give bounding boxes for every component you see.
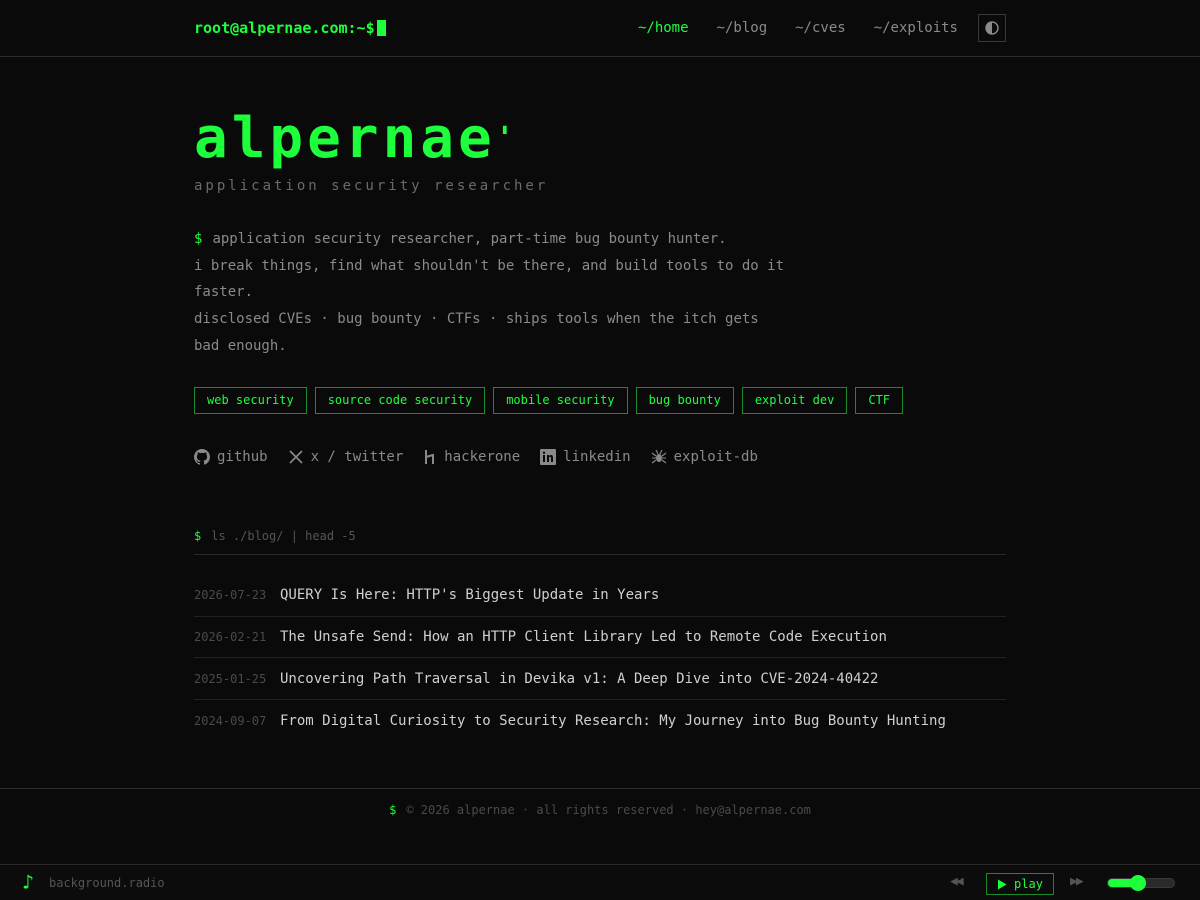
- bio-line-1: $ application security researcher, part-t…: [194, 226, 784, 253]
- cursor-block: [376, 20, 386, 36]
- social-label: linkedin: [563, 449, 631, 465]
- site-logo[interactable]: root@alpernae.com:~$: [194, 19, 386, 37]
- hero-title: alpernae': [194, 108, 518, 170]
- blog-post-item[interactable]: 2024-09-07 From Digital Curiosity to Sec…: [194, 700, 1006, 742]
- top-bar: root@alpernae.com:~$ ~/home ~/blog ~/cve…: [0, 0, 1200, 57]
- nav-cves[interactable]: ~/cves: [795, 20, 846, 36]
- volume-slider[interactable]: [1107, 875, 1175, 891]
- title-mark: ': [495, 121, 518, 156]
- bio-text-1: application security researcher, part-ti…: [212, 231, 727, 247]
- social-links: github x / twitter hackerone linkedin ex…: [194, 449, 778, 465]
- blog-post-item[interactable]: 2026-07-23 QUERY Is Here: HTTP's Biggest…: [194, 575, 1006, 617]
- post-title[interactable]: The Unsafe Send: How an HTTP Client Libr…: [280, 629, 887, 645]
- social-linkedin[interactable]: linkedin: [540, 449, 631, 465]
- github-icon: [194, 449, 210, 465]
- tag-ctf[interactable]: CTF: [855, 387, 903, 414]
- tag-web-security[interactable]: web security: [194, 387, 307, 414]
- exploit-db-icon: [651, 449, 666, 464]
- blog-command-line: $ ls ./blog/ | head -5: [194, 529, 1006, 555]
- theme-toggle-button[interactable]: [978, 14, 1006, 42]
- blog-post-list: 2026-07-23 QUERY Is Here: HTTP's Biggest…: [194, 575, 1006, 742]
- bio-prompt: $: [194, 231, 203, 247]
- main-nav: ~/home ~/blog ~/cves ~/exploits: [610, 14, 1006, 42]
- radio-label: background.radio: [49, 876, 165, 890]
- bio-line-2: i break things, find what shouldn't be t…: [194, 257, 785, 301]
- blog-command: ls ./blog/ | head -5: [211, 529, 356, 543]
- social-label: exploit-db: [673, 449, 758, 465]
- tag-source-code-security[interactable]: source code security: [314, 387, 486, 414]
- post-date: 2024-09-07: [194, 713, 267, 728]
- social-github[interactable]: github: [194, 449, 268, 465]
- half-circle-contrast-icon: [985, 21, 999, 35]
- post-date: 2025-01-25: [194, 671, 267, 686]
- post-title[interactable]: From Digital Curiosity to Security Resea…: [280, 713, 946, 729]
- footer: $ © 2026 alpernae · all rights reserved ·…: [0, 788, 1200, 831]
- blog-post-item[interactable]: 2026-02-21 The Unsafe Send: How an HTTP …: [194, 617, 1006, 659]
- play-label: play: [1014, 877, 1043, 891]
- bio-line-3: disclosed CVEs · bug bounty · CTFs · shi…: [194, 311, 759, 354]
- tag-list: web security source code security mobile…: [194, 387, 911, 414]
- blog-prompt: $: [194, 529, 202, 543]
- hackerone-icon: [425, 450, 435, 464]
- play-icon: [998, 879, 1007, 889]
- volume-knob[interactable]: [1129, 875, 1146, 891]
- next-track-button[interactable]: ▶▶: [1070, 874, 1084, 889]
- play-button[interactable]: play: [986, 873, 1054, 895]
- post-date: 2026-07-23: [194, 588, 267, 603]
- footer-prompt: $: [389, 803, 397, 817]
- nav-exploits[interactable]: ~/exploits: [874, 20, 958, 36]
- footer-text: © 2026 alpernae · all rights reserved · …: [406, 803, 811, 817]
- bio: $ application security researcher, part-t…: [194, 226, 784, 360]
- radio-player-bar: ♪ background.radio ◀◀ play ▶▶: [0, 864, 1200, 900]
- music-note-icon: ♪: [22, 870, 35, 894]
- social-label: github: [217, 449, 268, 465]
- post-title[interactable]: QUERY Is Here: HTTP's Biggest Update in …: [280, 587, 659, 603]
- tag-exploit-dev[interactable]: exploit dev: [741, 387, 848, 414]
- tag-mobile-security[interactable]: mobile security: [493, 387, 628, 414]
- hero-subtitle: application security researcher: [194, 178, 549, 194]
- social-hackerone[interactable]: hackerone: [423, 449, 520, 465]
- social-x-twitter[interactable]: x / twitter: [288, 449, 404, 465]
- nav-home[interactable]: ~/home: [638, 20, 689, 36]
- social-label: hackerone: [444, 449, 521, 465]
- blog-post-item[interactable]: 2025-01-25 Uncovering Path Traversal in …: [194, 658, 1006, 701]
- social-label: x / twitter: [310, 449, 404, 465]
- x-icon: [289, 450, 303, 464]
- post-date: 2026-02-21: [194, 630, 267, 645]
- tag-bug-bounty[interactable]: bug bounty: [635, 387, 734, 414]
- hero-title-text: alpernae: [194, 106, 496, 171]
- previous-track-button[interactable]: ◀◀: [950, 874, 964, 889]
- social-exploit-db[interactable]: exploit-db: [651, 449, 758, 465]
- prompt-text: root@alpernae.com:~$: [194, 19, 375, 37]
- nav-blog[interactable]: ~/blog: [717, 20, 768, 36]
- post-title[interactable]: Uncovering Path Traversal in Devika v1: …: [280, 671, 878, 687]
- linkedin-icon: [540, 449, 557, 465]
